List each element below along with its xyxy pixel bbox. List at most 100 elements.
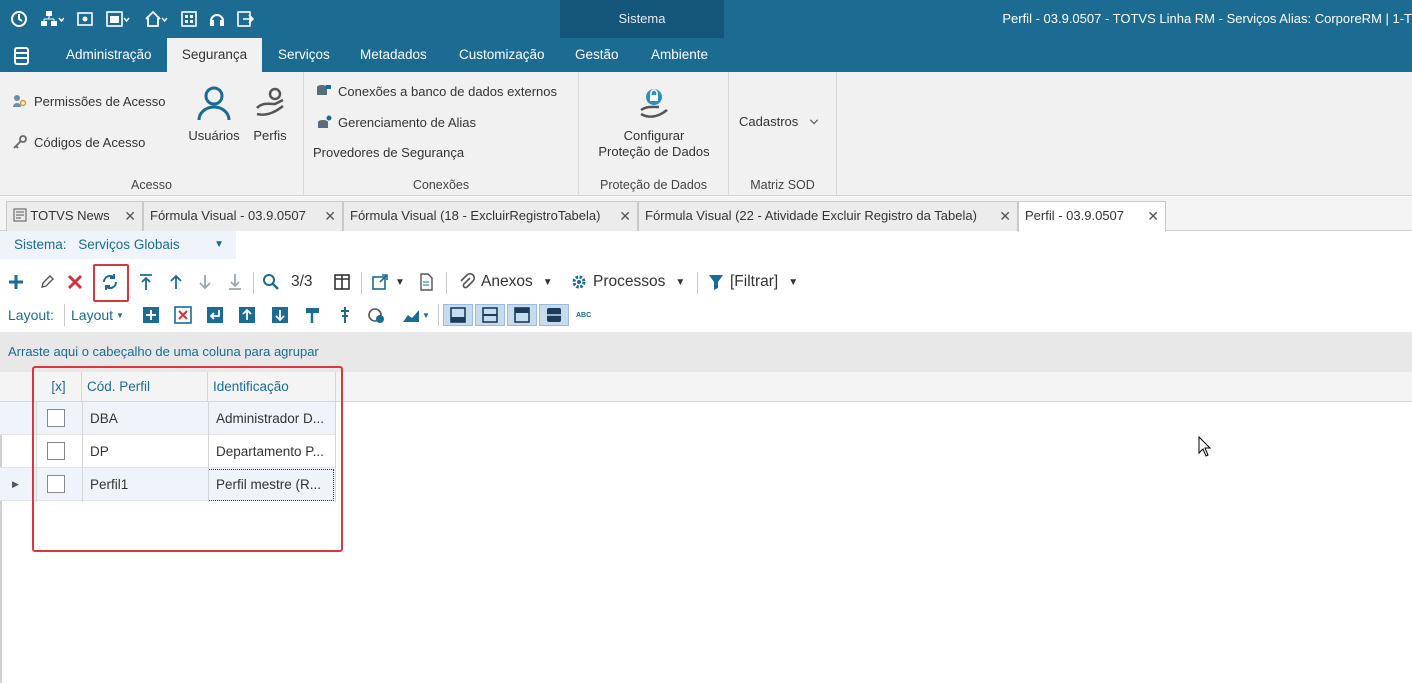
tab-label: Fórmula Visual (22 - Atividade Excluir R…: [645, 208, 977, 223]
system-label: Sistema:: [14, 237, 67, 252]
view-mode-4-button[interactable]: [539, 304, 569, 326]
cadastros-dropdown[interactable]: Cadastros: [739, 114, 820, 129]
view-mode-3-button[interactable]: [507, 304, 537, 326]
close-icon[interactable]: ✕: [1147, 202, 1159, 230]
close-icon[interactable]: ✕: [124, 202, 136, 230]
menu-metadados[interactable]: Metadados: [346, 38, 441, 72]
users-key-icon: [13, 95, 27, 107]
export-button[interactable]: ▼: [371, 270, 405, 294]
menu-customizacao[interactable]: Customização: [445, 38, 559, 72]
last-record-button[interactable]: [226, 270, 244, 294]
menu-gestao[interactable]: Gestão: [561, 38, 633, 72]
color-button[interactable]: [367, 304, 385, 326]
filtrar-button[interactable]: [Filtrar] ▼: [707, 270, 798, 294]
filter-icon: [709, 275, 723, 290]
permissoes-acesso-button[interactable]: Permissões de Acesso: [12, 93, 166, 109]
delete-x-icon: [67, 274, 83, 290]
dropdown-arrow-icon: ▼: [542, 276, 553, 288]
conexoes-bancos-button[interactable]: Conexões a banco de dados externos: [316, 83, 557, 99]
remove-row-button[interactable]: [174, 304, 192, 326]
record-count: 3/3: [291, 273, 313, 290]
add-button[interactable]: [7, 270, 25, 294]
app-menu-icon[interactable]: [12, 46, 32, 66]
power-icon[interactable]: [8, 8, 30, 30]
tab-formula-visual-18[interactable]: Fórmula Visual (18 - ExcluirRegistroTabe…: [343, 201, 638, 231]
usuarios-button[interactable]: Usuários: [186, 84, 242, 143]
menu-servicos[interactable]: Serviços: [264, 38, 344, 72]
spellcheck-button[interactable]: ABC: [576, 304, 591, 326]
database-icon: [317, 85, 331, 95]
menu-administracao[interactable]: Administração: [52, 38, 166, 72]
close-icon[interactable]: ✕: [999, 202, 1011, 230]
upload-icon: [239, 307, 255, 323]
usuarios-label: Usuários: [188, 128, 240, 143]
window-icon[interactable]: [102, 8, 134, 30]
home-icon[interactable]: [140, 8, 172, 30]
tab-totvs-news[interactable]: TOTVS News ✕: [6, 201, 143, 231]
view-mode-2-button[interactable]: [475, 304, 505, 326]
move-up-button[interactable]: [238, 304, 256, 326]
paperclip-icon: [460, 273, 476, 289]
layout-top-icon: [514, 307, 530, 323]
exit-icon[interactable]: [234, 8, 256, 30]
anexos-button[interactable]: Anexos ▼: [458, 270, 553, 294]
close-icon[interactable]: ✕: [324, 202, 336, 230]
ribbon-group-conexoes: Conexões a banco de dados externos Geren…: [304, 72, 579, 196]
gerenciamento-alias-button[interactable]: Gerenciamento de Alias: [316, 114, 476, 130]
layout-bottom-icon: [450, 307, 466, 323]
menu-ambiente[interactable]: Ambiente: [637, 38, 722, 72]
org-chart-icon[interactable]: [36, 8, 68, 30]
plus-icon: [9, 275, 23, 289]
next-record-button[interactable]: [196, 270, 214, 294]
cadastros-label: Cadastros: [739, 114, 799, 129]
add-row-button[interactable]: [142, 304, 160, 326]
grid-highlight-box: [32, 366, 343, 552]
pin-button[interactable]: [336, 304, 354, 326]
previous-record-button[interactable]: [167, 270, 185, 294]
codigos-acesso-button[interactable]: Códigos de Acesso: [12, 134, 145, 150]
ribbon-group-protecao: Configurar Proteção de Dados Proteção de…: [579, 72, 729, 196]
tab-label: Fórmula Visual (18 - ExcluirRegistroTabe…: [350, 208, 601, 223]
view-mode-1-button[interactable]: [443, 304, 473, 326]
processos-button[interactable]: Processos ▼: [570, 270, 685, 294]
mouse-cursor-icon: [1198, 436, 1212, 457]
hand-profile-icon: [256, 87, 284, 116]
ribbon-group-acesso: Permissões de Acesso Códigos de Acesso U…: [0, 72, 304, 196]
configurar-protecao-button[interactable]: Configurar Proteção de Dados: [587, 84, 721, 160]
menu-seguranca[interactable]: Segurança: [167, 38, 262, 72]
row-indicator-header: [0, 372, 36, 402]
report-button[interactable]: [417, 270, 435, 294]
view-icon[interactable]: [74, 8, 96, 30]
columns-button[interactable]: [333, 270, 351, 294]
ribbon: Permissões de Acesso Códigos de Acesso U…: [0, 72, 1412, 196]
chart-button[interactable]: ▼: [402, 304, 430, 326]
key-icon: [13, 135, 27, 149]
edit-button[interactable]: [38, 270, 56, 294]
download-icon: [272, 307, 288, 323]
tab-perfil[interactable]: Perfil - 03.9.0507 ✕: [1018, 201, 1166, 232]
enter-row-button[interactable]: [206, 304, 224, 326]
tab-formula-visual-1[interactable]: Fórmula Visual - 03.9.0507 ✕: [143, 201, 343, 231]
pencil-icon: [41, 275, 54, 288]
dropdown-arrow-icon: ▼: [675, 276, 686, 288]
provedores-seguranca-button[interactable]: Provedores de Segurança: [313, 145, 464, 160]
data-protection-icon: [640, 89, 668, 118]
matriz-group-title: Matriz SOD: [750, 178, 815, 192]
move-down-button[interactable]: [271, 304, 289, 326]
first-record-button[interactable]: [137, 270, 155, 294]
dropdown-arrow-icon: ▼: [116, 310, 124, 320]
search-button[interactable]: [262, 270, 280, 294]
grid-app-icon[interactable]: [178, 8, 200, 30]
layout-menu-button[interactable]: Layout ▼: [71, 304, 124, 326]
tab-formula-visual-22[interactable]: Fórmula Visual (22 - Atividade Excluir R…: [638, 201, 1018, 231]
alias-db-icon: [318, 115, 332, 128]
perfis-button[interactable]: Perfis: [248, 84, 292, 143]
support-icon[interactable]: [206, 8, 228, 30]
system-selector[interactable]: Sistema: Serviços Globais ▼: [0, 231, 236, 259]
paint-button[interactable]: [304, 304, 322, 326]
close-icon[interactable]: ✕: [619, 202, 631, 230]
filtrar-label: [Filtrar]: [730, 273, 779, 290]
provedores-seguranca-label: Provedores de Segurança: [313, 145, 465, 160]
delete-button[interactable]: [66, 270, 84, 294]
arrow-up-icon: [170, 274, 182, 289]
